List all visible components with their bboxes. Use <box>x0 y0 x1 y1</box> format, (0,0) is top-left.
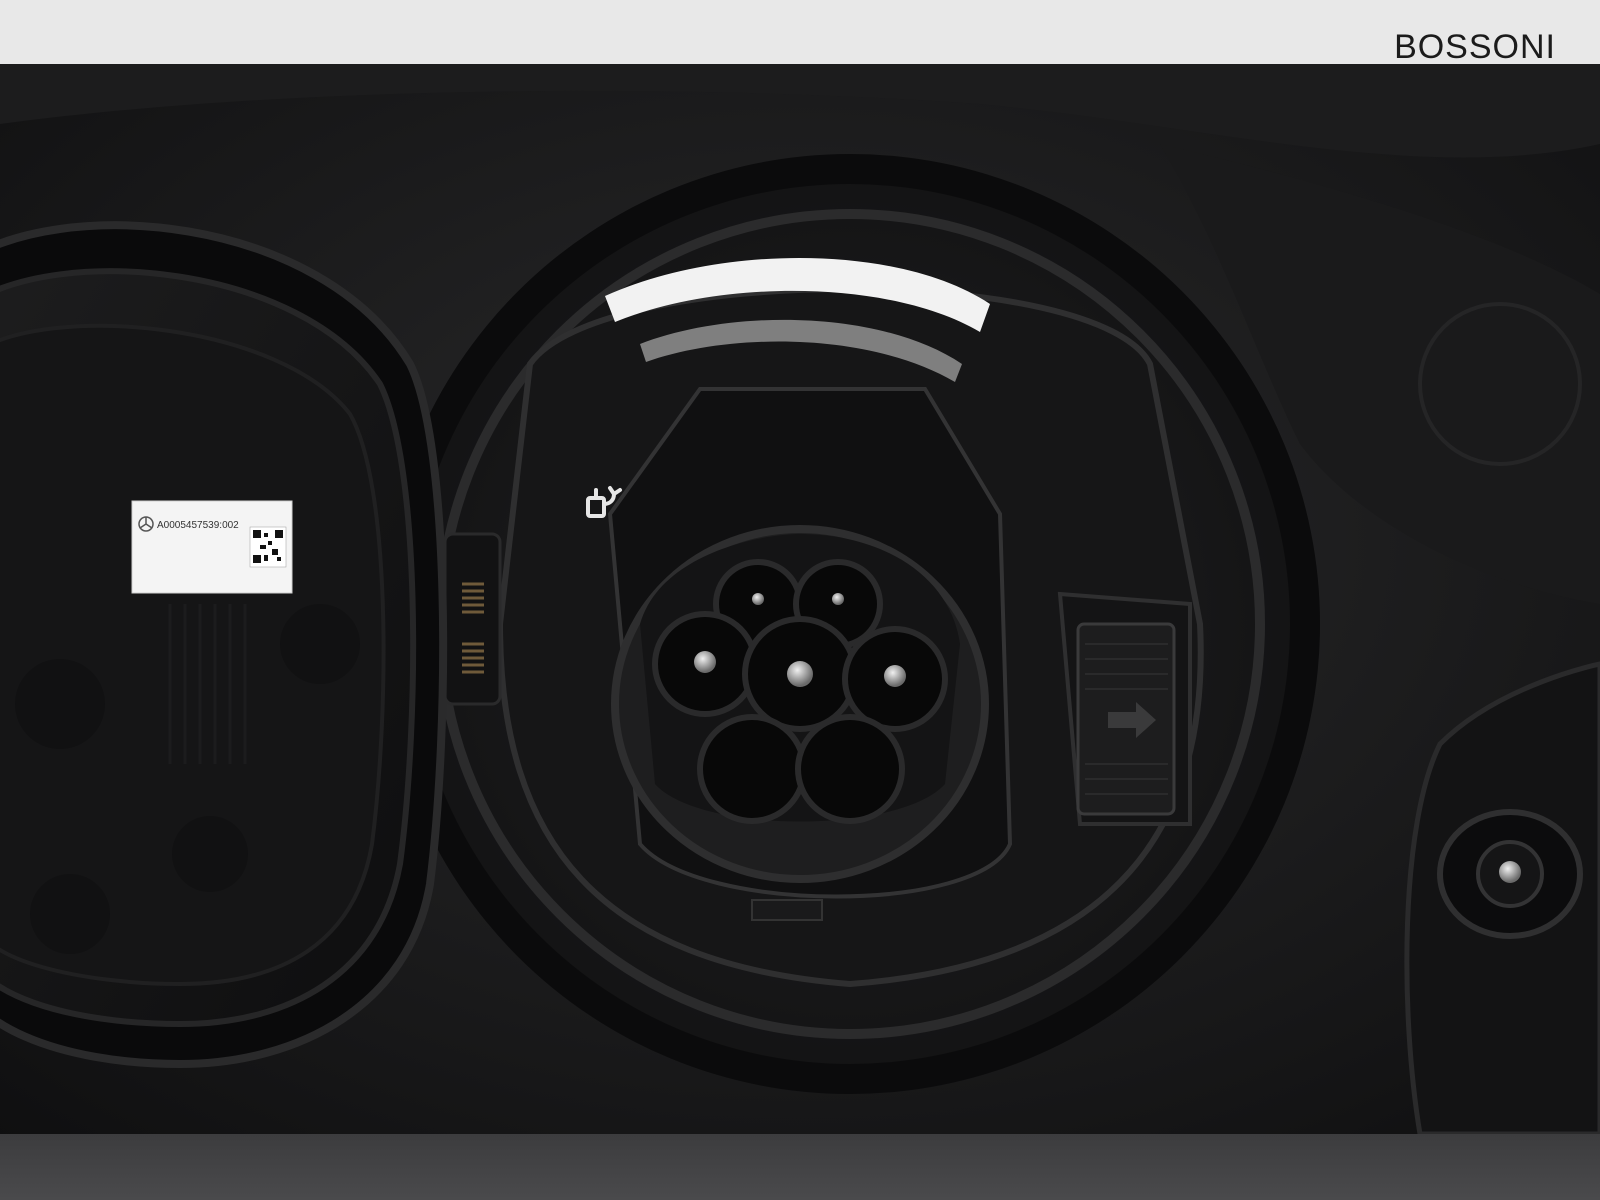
brand-logo: BOSSONI <box>1394 28 1556 66</box>
pin-hole-l3 <box>795 714 905 824</box>
charging-port-photo: A0005457539:002 <box>0 64 1600 1134</box>
lid-hinge <box>443 532 502 706</box>
bottom-band <box>0 1134 1600 1200</box>
top-band <box>0 0 1600 64</box>
photo-page: BOSSONI A0005457539:002 <box>0 0 1600 1200</box>
release-latch <box>1057 591 1192 826</box>
qr-code-icon <box>249 526 287 568</box>
pin-hole-l2 <box>697 714 807 824</box>
charging-lid: A0005457539:002 <box>0 221 448 1069</box>
part-number-label: A0005457539:002 <box>157 520 239 531</box>
part-label-sticker: A0005457539:002 <box>131 500 293 594</box>
